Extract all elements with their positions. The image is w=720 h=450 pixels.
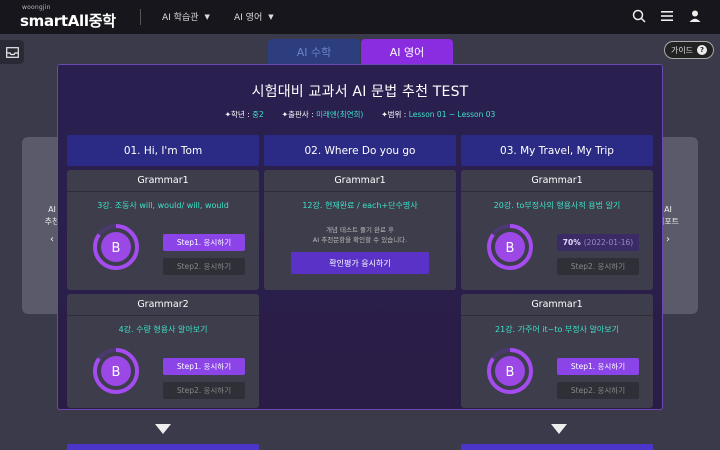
header-divider	[140, 9, 141, 25]
ai-report-line1: AI	[664, 205, 672, 215]
user-icon[interactable]	[688, 8, 702, 22]
nav-ai-english[interactable]: AI 영어 ▼	[234, 10, 274, 24]
chevron-down-icon: ▼	[268, 12, 274, 21]
lesson-link[interactable]: 12강. 현재완료 / each+단수명사	[264, 200, 456, 211]
step1-button[interactable]: Step1. 응시하기	[557, 358, 639, 375]
logo-suffix: 중학	[88, 12, 116, 30]
ai-recommend-line1: AI	[48, 205, 56, 215]
card-note-line2: AI 추천문항을 확인할 수 있습니다.	[312, 235, 408, 244]
score-date: (2022-01-16)	[583, 238, 634, 247]
lesson-link[interactable]: 20강. to부정사의 형용사적 용법 알기	[461, 200, 653, 211]
nav-ai-learning[interactable]: AI 학습관 ▼	[162, 10, 210, 24]
lesson-link[interactable]: 4강. 수량 형용사 알아보기	[67, 324, 259, 335]
next-lesson-header	[67, 444, 259, 450]
lesson-header-2: 02. Where Do you go	[264, 135, 456, 166]
nav-ai-learning-label: AI 학습관	[162, 13, 199, 23]
test-meta: ✦학년 : 중2 ✦출판사 : 미래엔(최연희) ✦범위 : Lesson 01…	[58, 109, 662, 120]
grade-letter: B	[506, 365, 515, 380]
logo[interactable]: woongjin smartAll중학	[20, 4, 120, 30]
step1-button[interactable]: Step1. 응시하기	[163, 358, 245, 375]
lesson-link[interactable]: 21강. 가주어 it~to 부정사 알아보기	[461, 324, 653, 335]
card-title: Grammar2	[67, 294, 259, 316]
grammar-card: Grammar1 12강. 현재완료 / each+단수명사 개념 테스트 풀기…	[264, 170, 456, 290]
step1-button[interactable]: Step1. 응시하기	[163, 234, 245, 251]
card-note-line1: 개념 테스트 풀기 완료 후	[325, 226, 395, 234]
expand-down-icon[interactable]	[155, 424, 171, 434]
step2-button[interactable]: Step2. 응시하기	[557, 258, 639, 275]
meta-publisher: ✦출판사 : 미래엔(최연희)	[281, 110, 364, 119]
logo-main-text: smartAll	[20, 12, 89, 30]
grade-letter: B	[112, 241, 121, 256]
card-title: Grammar1	[264, 170, 456, 192]
grammar-card: Grammar1 3강. 조동사 will, would/ will, woul…	[67, 170, 259, 290]
grade-gauge: B	[93, 224, 139, 270]
card-title: Grammar1	[461, 294, 653, 316]
help-icon: ?	[697, 45, 708, 55]
grammar-card: Grammar1 21강. 가주어 it~to 부정사 알아보기 B Step1…	[461, 294, 653, 408]
grade-letter: B	[506, 241, 515, 256]
inbox-icon[interactable]	[0, 40, 24, 64]
grade-gauge: B	[487, 348, 533, 394]
chevron-left-icon: ‹	[50, 233, 54, 245]
lesson-link[interactable]: 3강. 조동사 will, would/ will, would	[67, 200, 259, 211]
grammar-card: Grammar1 20강. to부정사의 형용사적 용법 알기 B 70% (2…	[461, 170, 653, 290]
step2-button[interactable]: Step2. 응시하기	[557, 382, 639, 399]
grade-letter: B	[112, 365, 121, 380]
grade-gauge: B	[487, 224, 533, 270]
card-title: Grammar1	[461, 170, 653, 192]
expand-down-icon[interactable]	[551, 424, 567, 434]
tab-ai-english[interactable]: AI 영어	[361, 39, 453, 65]
nav-ai-english-label: AI 영어	[234, 13, 263, 23]
meta-grade: ✦학년 : 중2	[224, 110, 264, 119]
page-title: 시험대비 교과서 AI 문법 추천 TEST	[251, 84, 469, 100]
chevron-down-icon: ▼	[204, 12, 210, 21]
menu-icon[interactable]	[660, 8, 674, 22]
step2-button[interactable]: Step2. 응시하기	[163, 258, 245, 275]
chevron-right-icon: ›	[666, 233, 670, 245]
meta-range: ✦범위 : Lesson 01 ~ Lesson 03	[381, 110, 496, 119]
grade-gauge: B	[93, 348, 139, 394]
next-lesson-header	[461, 444, 653, 450]
lesson-header-3: 03. My Travel, My Trip	[461, 135, 653, 166]
lesson-header-1: 01. Hi, I'm Tom	[67, 135, 259, 166]
search-icon[interactable]	[632, 8, 646, 23]
card-note: 개념 테스트 풀기 완료 후 AI 추천문항을 확인할 수 있습니다.	[264, 226, 456, 246]
tab-ai-math[interactable]: AI 수학	[268, 39, 360, 65]
top-bar: woongjin smartAll중학 AI 학습관 ▼ AI 영어 ▼	[0, 0, 720, 34]
guide-label: 가이드	[670, 45, 694, 55]
score-badge[interactable]: 70% (2022-01-16)	[557, 234, 639, 251]
step2-button[interactable]: Step2. 응시하기	[163, 382, 245, 399]
guide-button[interactable]: 가이드 ?	[664, 41, 714, 59]
card-title: Grammar1	[67, 170, 259, 192]
confirm-test-button[interactable]: 확인평가 응시하기	[291, 252, 429, 274]
score-value: 70%	[562, 238, 581, 247]
grammar-card: Grammar2 4강. 수량 형용사 알아보기 B Step1. 응시하기 S…	[67, 294, 259, 408]
